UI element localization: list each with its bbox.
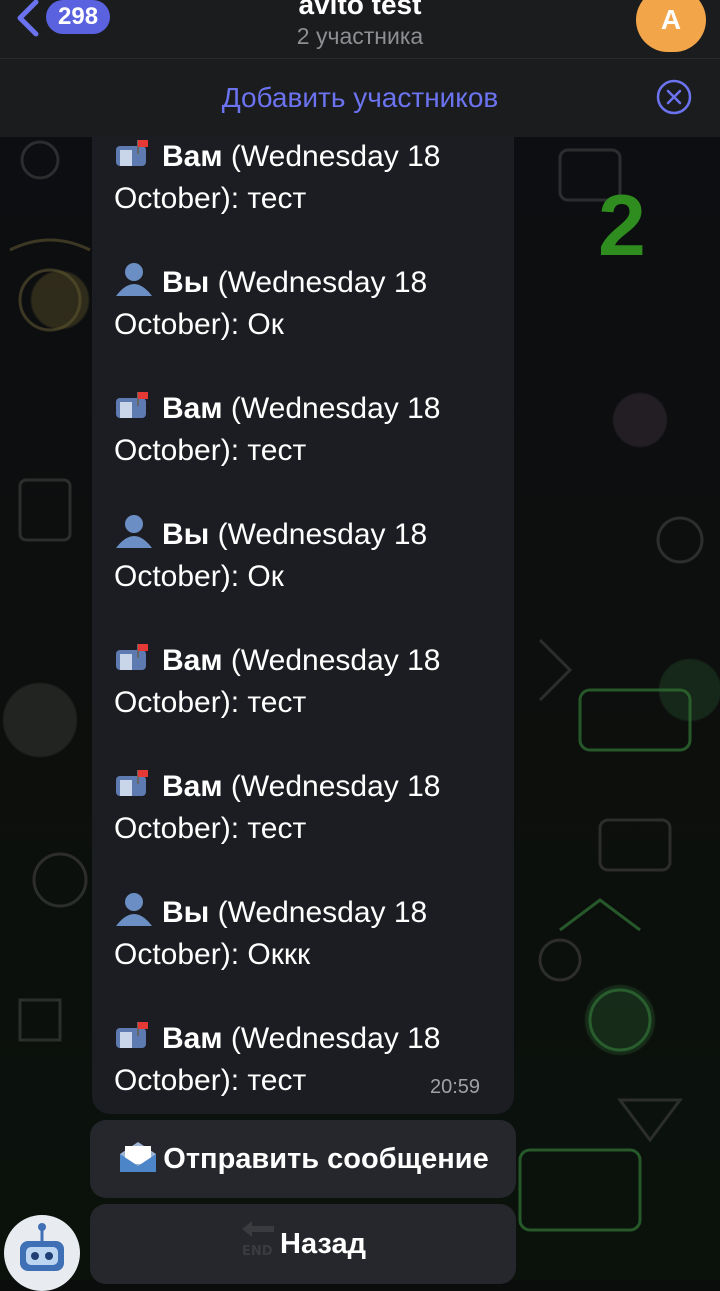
message-sender: Вам [162, 644, 223, 677]
message-text: : тест [230, 686, 307, 719]
message-sender: Вам [162, 392, 223, 425]
user-silhouette-icon [114, 892, 154, 926]
chat-title[interactable]: avito test [0, 0, 720, 22]
end-arrow-icon: END [240, 1210, 276, 1290]
message-text: : тест [230, 1064, 307, 1097]
message-sender: Вам [162, 770, 223, 803]
message-sender: Вы [162, 518, 210, 551]
message-text: : тест [230, 434, 307, 467]
message-text: : Оккк [230, 938, 311, 971]
close-icon[interactable] [656, 79, 692, 115]
message-time: 20:59 [430, 1076, 481, 1098]
message-sender: Вам [162, 140, 223, 173]
message-line: Вам (Wednesday 18 October): тест [114, 766, 504, 850]
message-line: Вам (Wednesday 18 October): тест [114, 388, 504, 472]
user-silhouette-icon [114, 262, 154, 296]
message-bubble[interactable]: Вам (Wednesday 18 October): тест Вы (Wedn… [92, 136, 514, 1114]
mailbox-icon [114, 388, 154, 420]
message-line: Вы (Wednesday 18 October): Оккк [114, 892, 504, 976]
back-button[interactable]: END Назад [90, 1204, 516, 1284]
annotation-number: 2 [598, 178, 646, 274]
send-message-label: Отправить сообщение [163, 1143, 489, 1175]
user-silhouette-icon [114, 514, 154, 548]
message-line: Вы (Wednesday 18 October): Ок [114, 262, 504, 346]
message-sender: Вам [162, 1022, 223, 1055]
message-text: : тест [230, 182, 307, 215]
mailbox-icon [114, 640, 154, 672]
back-label: Назад [280, 1228, 366, 1260]
message-sender: Вы [162, 266, 210, 299]
message-text: : тест [230, 812, 307, 845]
message-line: Вам (Wednesday 18 October): тест [114, 640, 504, 724]
mailbox-icon [114, 1018, 154, 1050]
message-line: Вы (Wednesday 18 October): Ок [114, 514, 504, 598]
chat-header: 298 avito test 2 участника A [0, 0, 720, 58]
message-text: : Ок [230, 308, 284, 341]
message-text: : Ок [230, 560, 284, 593]
participants-count: 2 участника [296, 23, 424, 49]
envelope-icon [117, 1126, 159, 1204]
add-members-bar: Добавить участников [0, 58, 720, 137]
message-sender: Вы [162, 896, 210, 929]
message-line: Вам (Wednesday 18 October): тест [114, 136, 504, 220]
send-message-button[interactable]: Отправить сообщение [90, 1120, 516, 1198]
svg-text:END: END [242, 1244, 273, 1259]
mailbox-icon [114, 766, 154, 798]
mailbox-icon [114, 136, 154, 168]
add-members-button[interactable]: Добавить участников [0, 79, 720, 117]
